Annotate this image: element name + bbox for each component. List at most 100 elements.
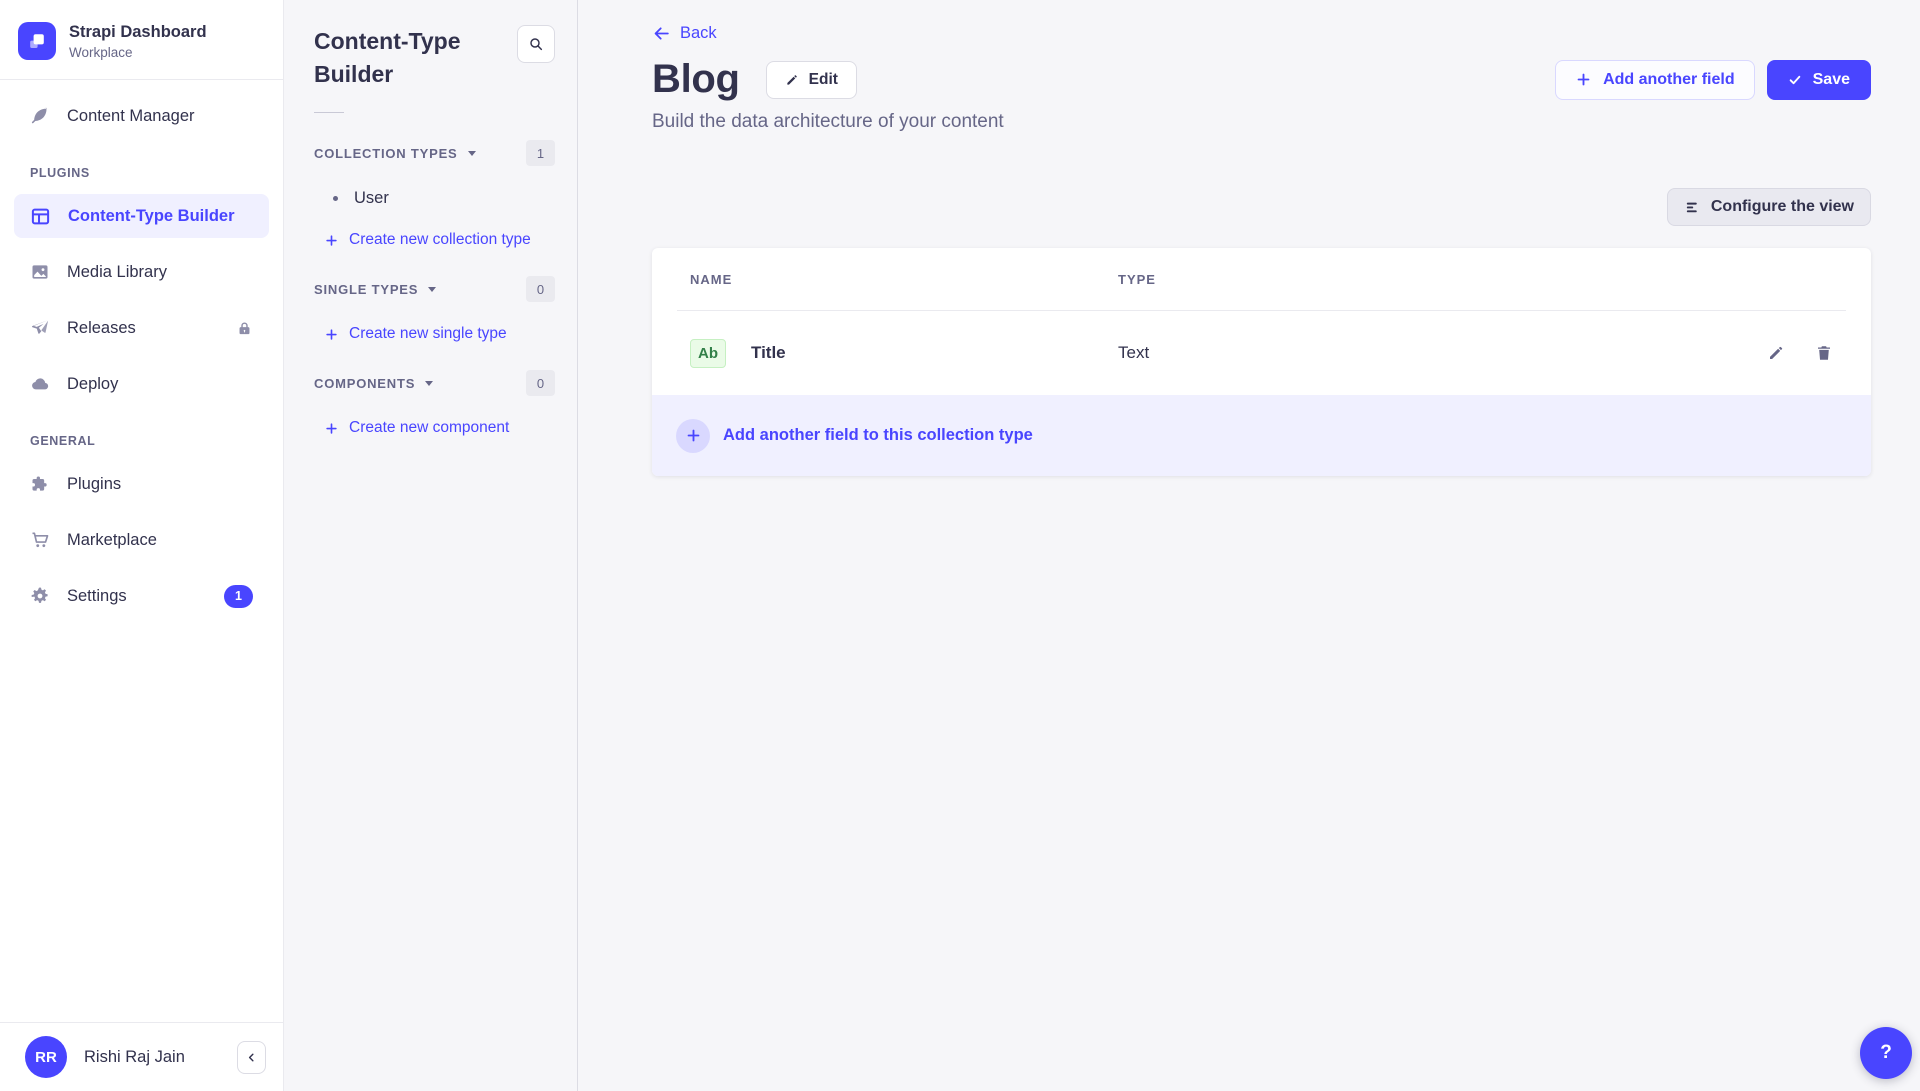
edit-field-button[interactable] [1767,344,1785,362]
main-sidebar: Strapi Dashboard Workplace Content Manag… [0,0,284,1091]
sidebar-item-content-manager[interactable]: Content Manager [14,94,269,138]
save-button[interactable]: Save [1767,60,1871,100]
field-type: Text [1118,343,1149,363]
create-component-link[interactable]: Create new component [324,419,555,437]
sidebar-item-label: Settings [67,587,127,606]
workspace-switcher[interactable]: Strapi Dashboard Workplace [0,0,283,79]
app-title: Strapi Dashboard [69,23,207,42]
sidebar-item-marketplace[interactable]: Marketplace [14,518,269,562]
help-button[interactable]: ? [1860,1027,1912,1079]
check-icon [1788,73,1802,87]
add-field-row-button[interactable]: Add another field to this collection typ… [652,395,1871,476]
app-layout: Strapi Dashboard Workplace Content Manag… [0,0,1920,1091]
edit-button[interactable]: Edit [766,61,857,99]
user-footer: RR Rishi Raj Jain [0,1022,283,1091]
sidebar-item-settings[interactable]: Settings 1 [14,574,269,618]
collapse-sidebar-button[interactable] [237,1041,266,1074]
collection-type-name: User [354,189,389,208]
avatar[interactable]: RR [25,1036,67,1078]
save-label: Save [1813,71,1850,89]
bullet-icon [333,196,338,201]
sidebar-item-label: Deploy [67,375,118,394]
lock-icon [236,320,253,337]
paper-plane-icon [30,318,50,338]
create-collection-type-link[interactable]: Create new collection type [324,231,555,249]
shopping-cart-icon [30,530,50,550]
search-button[interactable] [517,25,555,63]
field-name: Title [751,343,786,363]
section-label-text: COMPONENTS [314,376,415,391]
section-label-text: COLLECTION TYPES [314,146,458,161]
section-label-text: SINGLE TYPES [314,282,418,297]
sidebar-item-plugins[interactable]: Plugins [14,462,269,506]
components-label: COMPONENTS [314,376,433,391]
add-another-field-button[interactable]: Add another field [1555,60,1755,100]
plus-icon [324,421,339,436]
table-row: Ab Title Text [652,311,1871,395]
create-single-type-link[interactable]: Create new single type [324,325,555,343]
sidebar-item-label: Content-Type Builder [68,207,235,226]
single-types-label: SINGLE TYPES [314,282,436,297]
collection-types-count-badge: 1 [526,140,555,166]
plus-icon [1575,71,1592,88]
plus-circle-icon [676,419,710,453]
strapi-logo-icon [18,22,56,60]
brand-text: Strapi Dashboard Workplace [69,23,207,60]
type-column-header: TYPE [1118,272,1156,287]
add-field-row-label: Add another field to this collection typ… [723,426,1033,445]
back-label: Back [680,24,717,43]
single-types-count-badge: 0 [526,276,555,302]
puzzle-piece-icon [30,474,50,494]
delete-field-button[interactable] [1815,344,1833,362]
sidebar-item-releases[interactable]: Releases [14,306,269,350]
sidebar-item-label: Releases [67,319,136,338]
components-header[interactable]: COMPONENTS 0 [314,370,555,396]
back-link[interactable]: Back [652,24,717,43]
settings-notification-badge: 1 [224,585,253,608]
sidebar-item-label: Marketplace [67,531,157,550]
sidebar-item-label: Content Manager [67,107,195,126]
create-link-label: Create new collection type [349,231,531,249]
sidebar-item-media-library[interactable]: Media Library [14,250,269,294]
filter-lines-icon [1684,199,1701,216]
fields-table-card: NAME TYPE Ab Title Text [652,248,1871,476]
components-count-badge: 0 [526,370,555,396]
sidebar-item-label: Media Library [67,263,167,282]
content-type-builder-panel: Content-Type Builder COLLECTION TYPES 1 … [284,0,578,1091]
collection-type-item-user[interactable]: User [333,189,555,208]
sidebar-item-content-type-builder[interactable]: Content-Type Builder [14,194,269,238]
chevron-down-icon [425,381,433,386]
add-field-label: Add another field [1603,71,1735,89]
gear-icon [30,586,50,606]
page-title: Blog [652,57,740,102]
chevron-down-icon [468,151,476,156]
header-actions: Add another field Save [1555,60,1871,100]
picture-icon [30,262,50,282]
page-subtitle: Build the data architecture of your cont… [652,111,1871,133]
layout-grid-icon [30,206,51,227]
configure-view-label: Configure the view [1711,198,1854,216]
single-types-header[interactable]: SINGLE TYPES 0 [314,276,555,302]
table-header: NAME TYPE [652,248,1871,310]
chevron-left-icon [245,1051,258,1064]
subnav-title: Content-Type Builder [314,25,482,91]
create-link-label: Create new component [349,419,509,437]
edit-label: Edit [809,71,838,89]
page-header: Blog Edit Add another field [652,57,1871,102]
plus-icon [324,233,339,248]
sidebar-item-label: Plugins [67,475,121,494]
sidebar-item-deploy[interactable]: Deploy [14,362,269,406]
divider [314,112,344,113]
row-actions [1767,344,1833,362]
search-icon [528,36,544,52]
subnav-header: Content-Type Builder [314,25,555,91]
plus-icon [324,327,339,342]
sidebar-section-plugins: PLUGINS [30,166,283,180]
configure-view-button[interactable]: Configure the view [1667,188,1871,226]
chevron-down-icon [428,287,436,292]
pencil-icon [785,73,799,87]
collection-types-header[interactable]: COLLECTION TYPES 1 [314,140,555,166]
user-name: Rishi Raj Jain [84,1048,220,1067]
question-mark-icon: ? [1880,1042,1892,1064]
sidebar-section-general: GENERAL [30,434,283,448]
